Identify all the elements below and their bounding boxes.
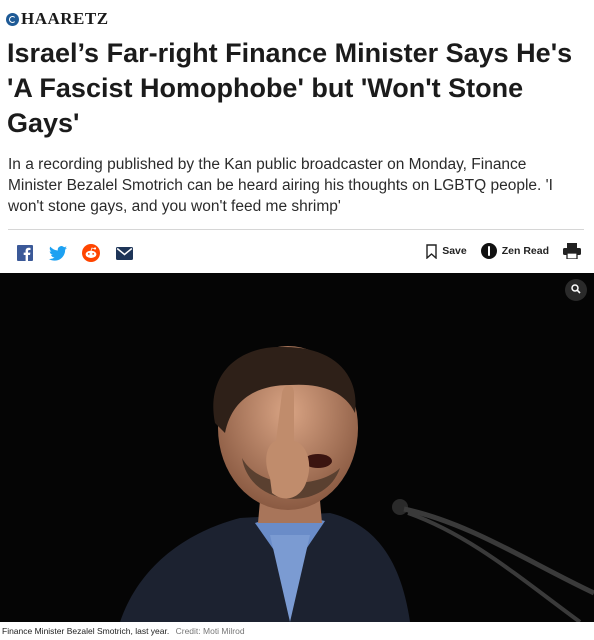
brand-name: HAARETZ bbox=[21, 9, 109, 28]
divider bbox=[8, 229, 584, 230]
zoom-button[interactable] bbox=[565, 279, 587, 301]
article-subtitle: In a recording published by the Kan publ… bbox=[8, 156, 553, 215]
facebook-icon[interactable] bbox=[16, 244, 34, 262]
photo-illustration bbox=[0, 273, 594, 622]
reddit-icon[interactable] bbox=[82, 244, 100, 262]
photo-credit: Credit: Moti Milrod bbox=[175, 626, 245, 636]
haaretz-logo[interactable]: HAARETZ bbox=[6, 9, 109, 29]
article-image[interactable] bbox=[0, 273, 594, 622]
bookmark-icon bbox=[426, 243, 437, 259]
article-tools: Save Zen Read bbox=[412, 243, 586, 259]
haaretz-logo-icon bbox=[6, 12, 19, 26]
twitter-icon[interactable] bbox=[49, 244, 67, 262]
zen-read-label: Zen Read bbox=[501, 245, 549, 257]
image-caption: Finance Minister Bezalel Smotrich, last … bbox=[2, 626, 245, 636]
email-icon[interactable] bbox=[115, 244, 133, 262]
caption-text: Finance Minister Bezalel Smotrich, last … bbox=[2, 626, 170, 636]
zen-read-button[interactable]: Zen Read bbox=[480, 243, 549, 259]
save-label: Save bbox=[442, 245, 467, 257]
article-headline: Israel’s Far-right Finance Minister Says… bbox=[7, 38, 573, 138]
zen-read-icon bbox=[480, 243, 497, 259]
printer-icon bbox=[563, 243, 581, 259]
save-button[interactable]: Save bbox=[426, 243, 467, 259]
print-button[interactable] bbox=[563, 243, 586, 259]
share-bar bbox=[16, 244, 133, 262]
magnifier-icon bbox=[571, 281, 581, 299]
